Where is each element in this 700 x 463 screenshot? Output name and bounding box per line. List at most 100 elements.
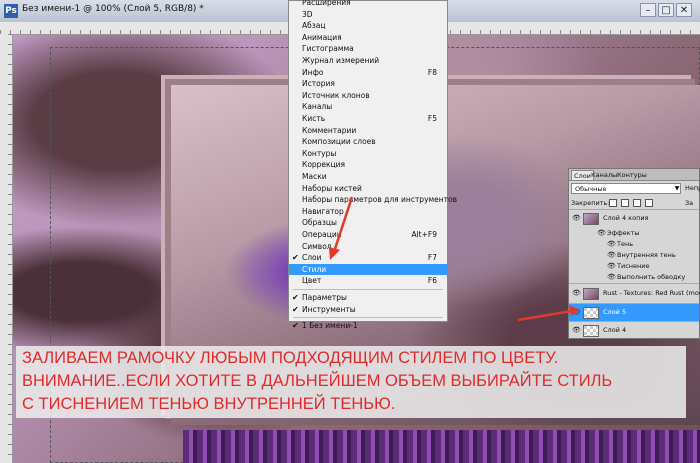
menu-item-label: Наборы параметров для инструментов	[302, 195, 458, 205]
menu-item-label: Коррекция	[302, 160, 346, 170]
menu-item-label: Каналы	[302, 102, 333, 112]
menu-item[interactable]: Журнал измерений	[289, 55, 447, 66]
layer-row[interactable]: 👁 Слой 4	[569, 321, 699, 339]
lock-transparency-checkbox[interactable]	[609, 199, 617, 207]
eye-icon[interactable]: 👁	[572, 326, 581, 334]
purple-frame-edge	[183, 430, 700, 463]
menu-item-label: 1 Без имени-1	[302, 321, 358, 331]
menu-item[interactable]: Маски	[289, 171, 447, 182]
menu-item-label: Контуры	[302, 148, 337, 158]
effect-label: Тень	[617, 240, 634, 248]
layer-row[interactable]: 👁 Слой 4 копия	[569, 209, 699, 227]
menu-item-label: Источник клонов	[302, 90, 370, 100]
effect-item[interactable]: 👁 Тиснение	[569, 261, 699, 271]
menu-item-label: Композиции слоев	[302, 137, 376, 147]
menu-item-label: Инфо	[302, 67, 324, 77]
window-menu: Расширения 3D Абзац Анимация Гистограмма Журн…	[288, 0, 457, 330]
check-icon: ✔	[292, 304, 299, 314]
blend-mode-select[interactable]: Обычные	[571, 183, 681, 194]
menu-item[interactable]: Композиции слоев	[289, 136, 447, 147]
layer-row[interactable]: 👁 Слой 5	[569, 303, 699, 321]
menu-item-label: Расширения	[302, 0, 351, 7]
document-title: Без имени-1 @ 100% (Слой 5, RGB/8) *	[22, 4, 204, 14]
effect-label: Внутренняя тень	[617, 251, 676, 259]
eye-icon[interactable]: 👁	[572, 289, 581, 297]
menu-item[interactable]: Каналы	[289, 101, 447, 112]
layer-name: Слой 4	[603, 326, 627, 334]
menu-item-shortcut: F5	[427, 114, 437, 123]
menu-item-label: Комментарии	[302, 125, 357, 135]
layer-thumbnail	[583, 325, 599, 337]
menu-item[interactable]: Расширения	[289, 0, 447, 8]
layer-row[interactable]: 👁 Rust - Textures: Red Rust (modified	[569, 283, 700, 303]
menu-item[interactable]: Источник клонов	[289, 90, 447, 101]
menu-item[interactable]: Наборы параметров для инструментов	[289, 194, 457, 205]
menu-separator	[293, 289, 443, 290]
close-button[interactable]: ✕	[676, 3, 692, 17]
lock-label: Закрепить:	[571, 199, 610, 207]
menu-item[interactable]: 3D	[289, 9, 447, 20]
layer-thumbnail	[583, 288, 599, 300]
eye-icon[interactable]: 👁	[597, 228, 606, 238]
menu-item[interactable]: Стили	[289, 263, 447, 275]
eye-icon[interactable]: 👁	[572, 214, 581, 222]
menu-item[interactable]: Гистограмма	[289, 43, 447, 54]
menu-item[interactable]: Инфо F8	[289, 67, 447, 78]
menu-item[interactable]: Абзац	[289, 20, 447, 31]
menu-item-label: Кисть	[302, 114, 326, 123]
photoshop-icon: Ps	[4, 4, 18, 18]
maximize-button[interactable]: □	[658, 3, 674, 17]
eye-icon[interactable]: 👁	[607, 272, 616, 282]
menu-item[interactable]: Символ	[289, 241, 447, 252]
lock-all-checkbox[interactable]	[645, 199, 653, 207]
eye-icon[interactable]: 👁	[607, 250, 616, 260]
menu-item-label: Слои	[302, 253, 322, 263]
layers-panel-tabs: Слои Каналы Контуры	[569, 169, 699, 181]
effect-item[interactable]: 👁 Выполнить обводку	[569, 272, 699, 282]
effect-label: Тиснение	[617, 262, 650, 270]
menu-item[interactable]: Комментарии	[289, 125, 447, 136]
menu-item[interactable]: Операции Alt+F9	[289, 229, 447, 240]
menu-item-label: Гистограмма	[302, 44, 354, 54]
tab-paths[interactable]: Контуры	[615, 170, 649, 180]
minimize-button[interactable]: –	[640, 3, 656, 17]
menu-item[interactable]: Наборы кистей	[289, 183, 447, 194]
menu-item[interactable]: Коррекция	[289, 159, 447, 170]
menu-item-label: Абзац	[302, 21, 326, 31]
effect-label: Выполнить обводку	[617, 273, 686, 281]
chevron-down-icon: ▼	[674, 185, 680, 192]
menu-item[interactable]: Цвет F6	[289, 275, 447, 286]
menu-item[interactable]: Образцы	[289, 217, 447, 228]
menu-item[interactable]: ✔ Инструменты	[289, 304, 447, 315]
menu-item[interactable]: Кисть F5	[289, 113, 447, 124]
menu-item[interactable]: История	[289, 78, 447, 89]
effects-group[interactable]: 👁 Эффекты	[569, 228, 699, 238]
check-icon: ✔	[292, 293, 299, 302]
menu-item[interactable]: Контуры	[289, 148, 447, 159]
effect-item[interactable]: 👁 Тень	[569, 239, 699, 249]
menu-item-shortcut: Alt+F9	[411, 230, 437, 239]
effect-item[interactable]: 👁 Внутренняя тень	[569, 250, 699, 260]
lock-position-checkbox[interactable]	[633, 199, 641, 207]
menu-item-label: Операции	[302, 230, 342, 239]
menu-item-shortcut: F8	[427, 67, 437, 77]
menu-item[interactable]: Навигатор	[289, 206, 447, 217]
menu-item-label: Маски	[302, 172, 327, 181]
layer-thumbnail	[583, 307, 599, 319]
menu-item-label: Параметры	[302, 293, 347, 302]
check-icon: ✔	[292, 321, 299, 331]
eye-icon[interactable]: 👁	[572, 308, 581, 316]
menu-item-label: Символ	[302, 241, 332, 251]
menu-item[interactable]: ✔ Параметры	[289, 292, 447, 303]
menu-item-shortcut: F7	[427, 253, 437, 263]
caption-line-3: С ТИСНЕНИЕМ ТЕНЬЮ ВНУТРЕННЕЙ ТЕНЬЮ.	[22, 395, 396, 413]
menu-item[interactable]: Анимация	[289, 32, 447, 43]
lock-pixels-checkbox[interactable]	[621, 199, 629, 207]
eye-icon[interactable]: 👁	[607, 239, 616, 249]
layer-thumbnail	[583, 213, 599, 225]
caption-line-2: ВНИМАНИЕ..ЕСЛИ ХОТИТЕ В ДАЛЬНЕЙШЕМ ОБЪЕМ…	[22, 372, 613, 390]
eye-icon[interactable]: 👁	[607, 261, 616, 271]
menu-item[interactable]: ✔ Слои F7	[289, 252, 447, 263]
menu-item[interactable]: ✔ 1 Без имени-1	[289, 320, 447, 331]
effect-label: Эффекты	[607, 229, 640, 237]
